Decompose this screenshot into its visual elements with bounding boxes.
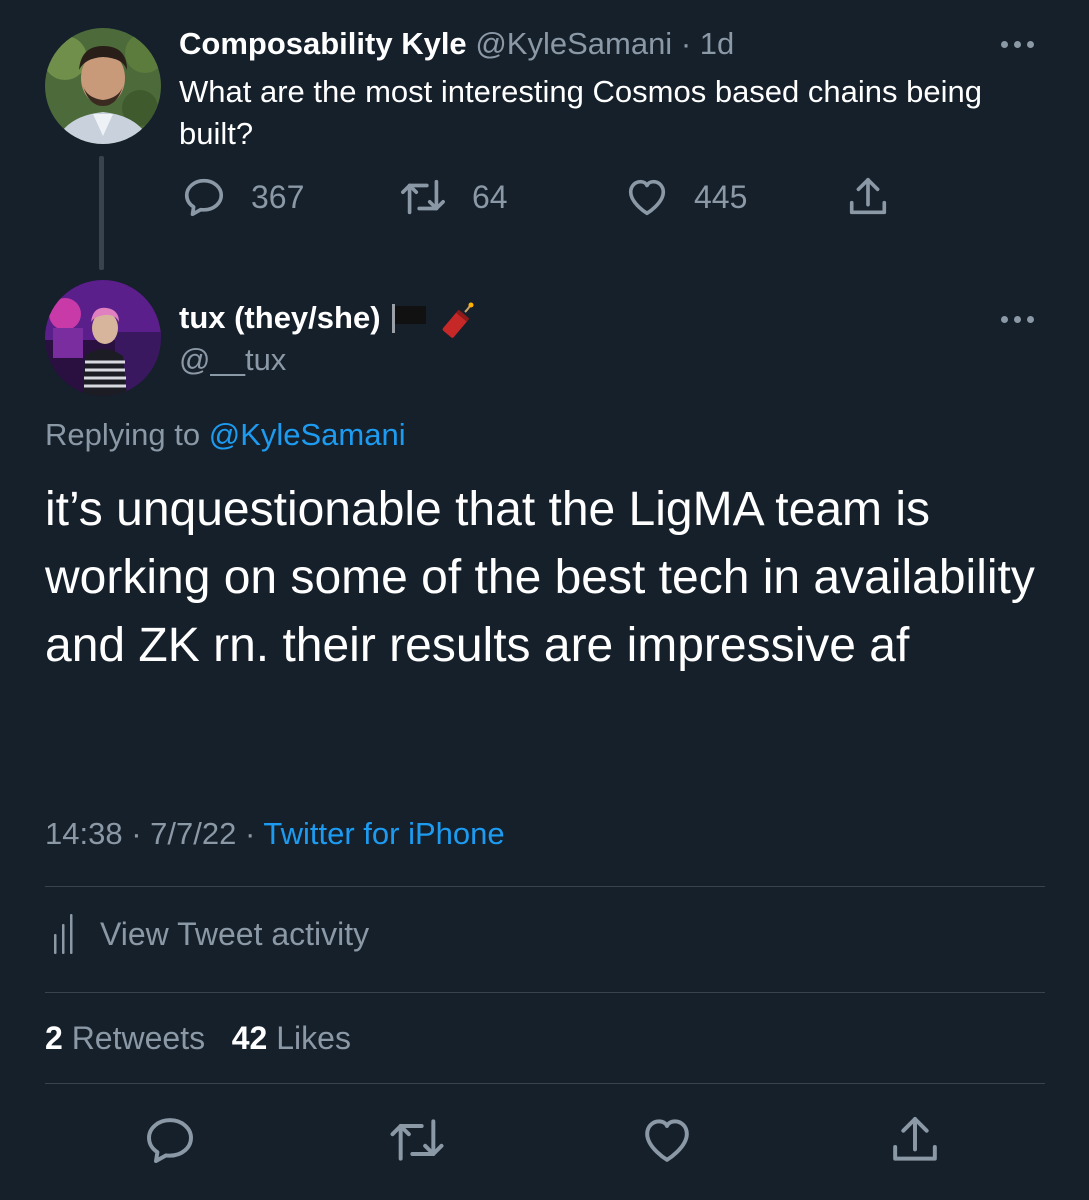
thread-line bbox=[99, 156, 104, 270]
parent-tweet-text: What are the most interesting Cosmos bas… bbox=[179, 74, 982, 151]
parent-share-button[interactable] bbox=[845, 174, 891, 220]
parent-retweet-count: 64 bbox=[472, 178, 508, 215]
share-icon bbox=[849, 177, 887, 215]
replying-to-link[interactable]: @KyleSamani bbox=[209, 417, 406, 452]
firecracker-icon bbox=[437, 302, 477, 338]
parent-handle[interactable]: @KyleSamani bbox=[475, 26, 672, 61]
retweet-icon bbox=[390, 1119, 444, 1161]
parent-like-button[interactable]: 445 bbox=[624, 174, 747, 220]
divider-top bbox=[45, 886, 1045, 887]
retweet-icon bbox=[401, 179, 445, 215]
retweet-button[interactable] bbox=[386, 1112, 448, 1173]
timestamp-separator-2: · bbox=[244, 816, 256, 851]
parent-retweet-button[interactable]: 64 bbox=[398, 174, 508, 220]
black-flag-icon bbox=[389, 302, 429, 334]
likes-count: 42 bbox=[231, 1020, 268, 1056]
reply-icon bbox=[147, 1118, 193, 1163]
likes-label: Likes bbox=[276, 1020, 351, 1056]
parent-display-name[interactable]: Composability Kyle bbox=[179, 26, 467, 61]
tweet-timestamp: 14:38 · 7/7/22 · Twitter for iPhone bbox=[45, 814, 505, 854]
parent-age: 1d bbox=[699, 26, 735, 61]
retweets-label: Retweets bbox=[71, 1020, 206, 1056]
analytics-icon bbox=[54, 914, 73, 954]
replying-prefix: Replying to bbox=[45, 417, 201, 452]
tweet-source-link[interactable]: Twitter for iPhone bbox=[263, 816, 504, 851]
like-button[interactable] bbox=[639, 1112, 695, 1173]
engagement-stats: 2 Retweets 42 Likes bbox=[45, 1018, 351, 1058]
view-tweet-activity-label: View Tweet activity bbox=[100, 915, 370, 952]
parent-header: Composability Kyle @KyleSamani · 1d bbox=[179, 24, 734, 64]
retweets-count: 2 bbox=[45, 1020, 63, 1056]
view-tweet-activity-button[interactable]: View Tweet activity bbox=[50, 912, 369, 956]
main-display-name[interactable]: tux (they/she) bbox=[179, 298, 381, 338]
timestamp-separator-1: · bbox=[131, 816, 142, 851]
share-button[interactable] bbox=[887, 1112, 943, 1173]
parent-more-icon[interactable] bbox=[1001, 41, 1034, 48]
tweet-date: 7/7/22 bbox=[150, 816, 237, 851]
tweet-time: 14:38 bbox=[45, 816, 123, 851]
main-display-name-row: tux (they/she) bbox=[179, 298, 477, 338]
divider-bottom bbox=[45, 1083, 1045, 1084]
replying-to: Replying to @KyleSamani bbox=[45, 415, 406, 455]
parent-avatar[interactable] bbox=[45, 28, 161, 144]
retweets-stat[interactable]: 2 Retweets bbox=[45, 1020, 205, 1056]
like-icon bbox=[645, 1119, 689, 1162]
parent-reply-count: 367 bbox=[251, 178, 305, 215]
reply-icon bbox=[184, 178, 224, 217]
main-tweet-text: it’s unquestionable that the LigMA team … bbox=[45, 483, 1035, 672]
divider-middle bbox=[45, 992, 1045, 993]
main-avatar[interactable] bbox=[45, 280, 161, 396]
parent-like-count: 445 bbox=[694, 178, 748, 215]
parent-reply-button[interactable]: 367 bbox=[181, 174, 304, 220]
share-icon bbox=[893, 1117, 937, 1161]
main-more-icon[interactable] bbox=[1001, 316, 1034, 323]
parent-separator: · bbox=[680, 26, 692, 61]
main-handle[interactable]: @__tux bbox=[179, 340, 286, 380]
likes-stat[interactable]: 42 Likes bbox=[232, 1020, 351, 1056]
like-icon bbox=[628, 179, 666, 216]
reply-button[interactable] bbox=[142, 1112, 198, 1173]
